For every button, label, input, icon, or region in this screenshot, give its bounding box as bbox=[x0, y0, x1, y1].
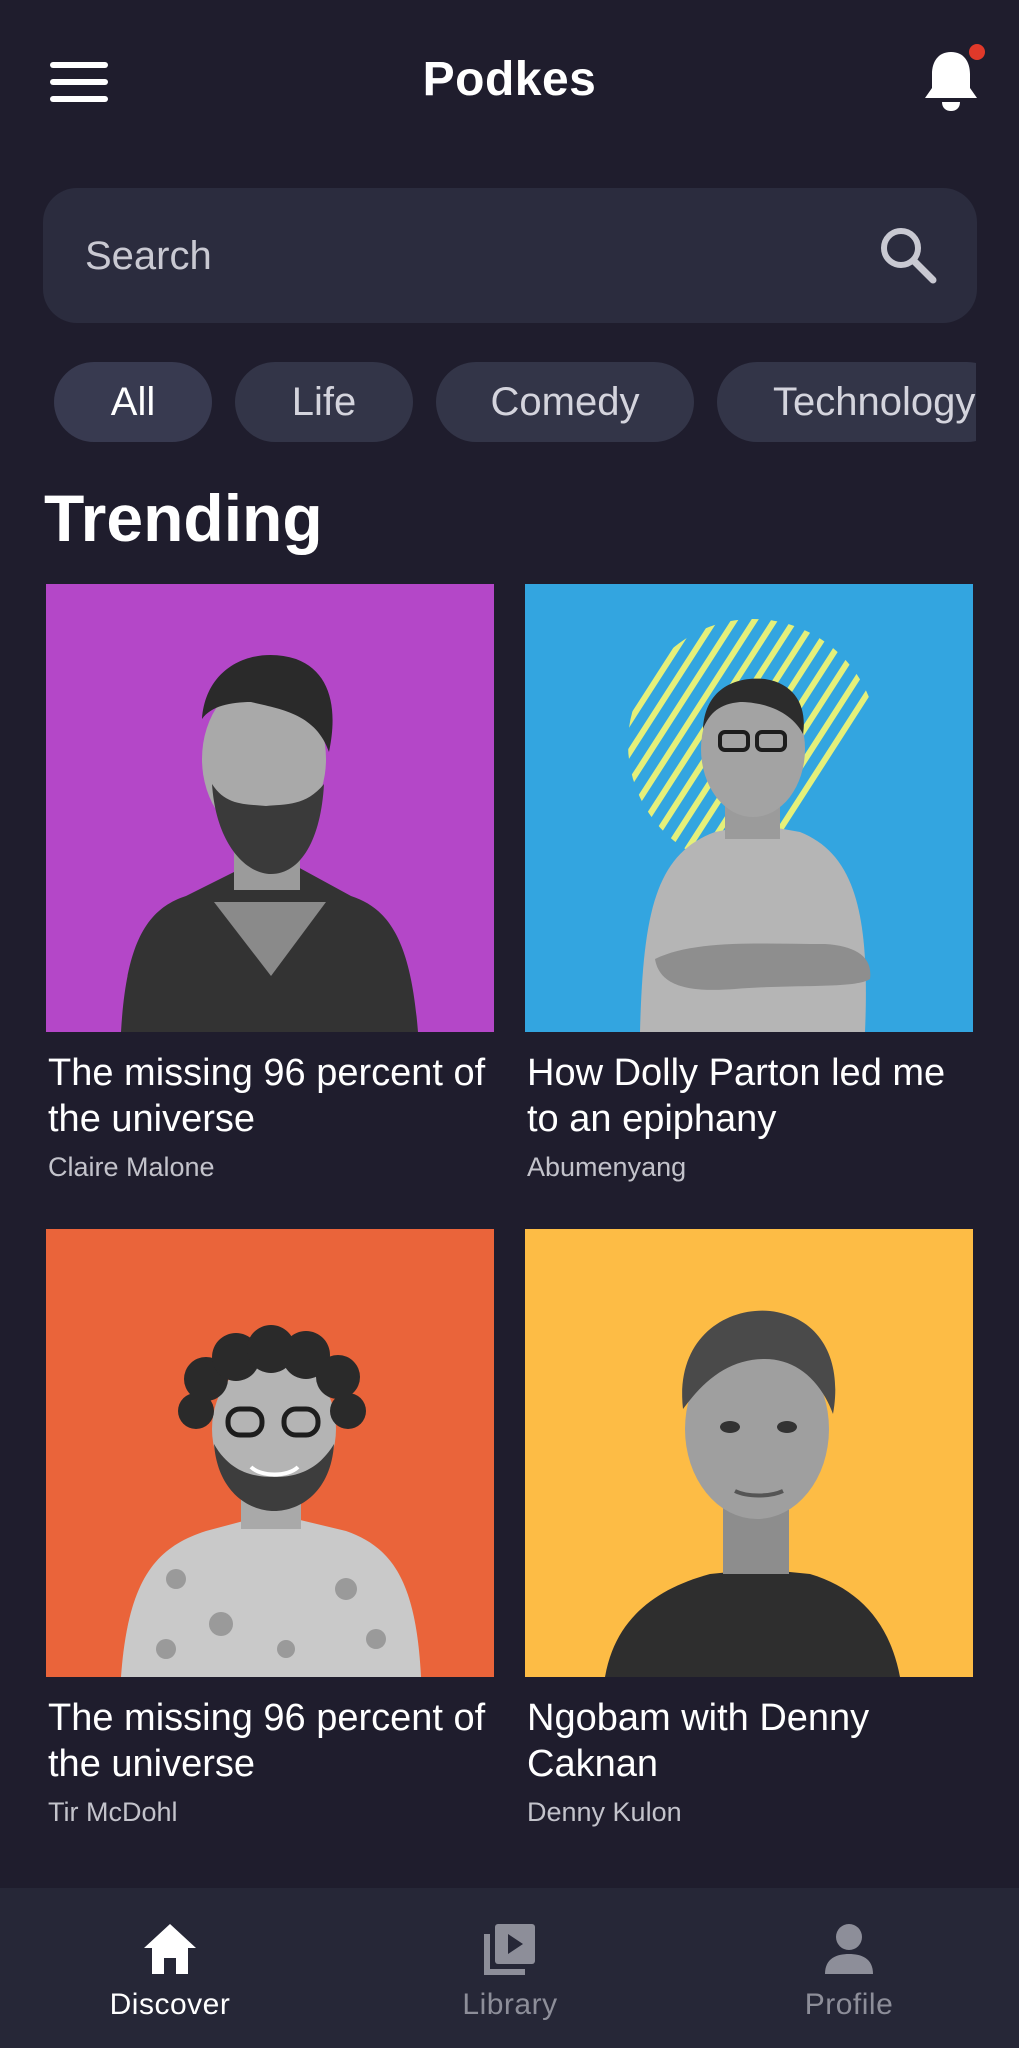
bottom-navigation: Discover Library Profile bbox=[0, 1888, 1019, 2048]
chip-life[interactable]: Life bbox=[235, 362, 413, 442]
podcast-cover-image bbox=[46, 1229, 494, 1677]
nav-label: Discover bbox=[109, 1988, 231, 2021]
chip-all[interactable]: All bbox=[54, 362, 212, 442]
podcast-cover-image bbox=[525, 584, 973, 1032]
app: Podkes All Life Comedy Technology Trendi… bbox=[0, 0, 1019, 2048]
podcast-author: Abumenyang bbox=[527, 1152, 687, 1182]
podcast-card[interactable]: How Dolly Parton led me to an epiphany A… bbox=[525, 584, 973, 1182]
chip-technology[interactable]: Technology bbox=[717, 362, 976, 442]
nav-discover[interactable]: Discover bbox=[50, 1888, 290, 2048]
person-icon bbox=[825, 1924, 873, 1974]
home-icon bbox=[144, 1924, 196, 1974]
podcast-author: Claire Malone bbox=[48, 1152, 215, 1182]
section-title-trending: Trending bbox=[44, 481, 323, 555]
search-bar bbox=[43, 188, 977, 323]
podcast-card[interactable]: Ngobam with Denny Caknan Denny Kulon bbox=[525, 1229, 973, 1827]
podcast-author: Tir McDohl bbox=[48, 1797, 178, 1827]
podcast-cover-image bbox=[46, 584, 494, 1032]
podcast-author: Denny Kulon bbox=[527, 1797, 682, 1827]
category-chips: All Life Comedy Technology bbox=[54, 362, 976, 444]
nav-label: Library bbox=[462, 1988, 558, 2021]
nav-library[interactable]: Library bbox=[390, 1888, 630, 2048]
nav-profile[interactable]: Profile bbox=[729, 1888, 969, 2048]
notification-badge bbox=[969, 44, 985, 60]
podcast-card[interactable]: The missing 96 percent of the universe C… bbox=[46, 584, 494, 1182]
podcast-title: The missing 96 percent of the universe bbox=[48, 1697, 486, 1785]
podcast-title: The missing 96 percent of the universe bbox=[48, 1052, 486, 1140]
podcast-card[interactable]: The missing 96 percent of the universe T… bbox=[46, 1229, 494, 1827]
search-icon[interactable] bbox=[877, 224, 939, 286]
nav-label: Profile bbox=[804, 1988, 894, 2021]
chip-comedy[interactable]: Comedy bbox=[436, 362, 694, 442]
app-title: Podkes bbox=[422, 53, 597, 106]
notification-button[interactable] bbox=[920, 44, 985, 114]
search-input[interactable] bbox=[85, 226, 865, 286]
podcast-title: Ngobam with Denny Caknan bbox=[527, 1697, 870, 1785]
library-icon bbox=[484, 1924, 535, 1975]
podcast-cover-image bbox=[525, 1229, 973, 1677]
app-header: Podkes bbox=[0, 0, 1019, 160]
podcast-title: How Dolly Parton led me to an epiphany bbox=[527, 1052, 946, 1140]
